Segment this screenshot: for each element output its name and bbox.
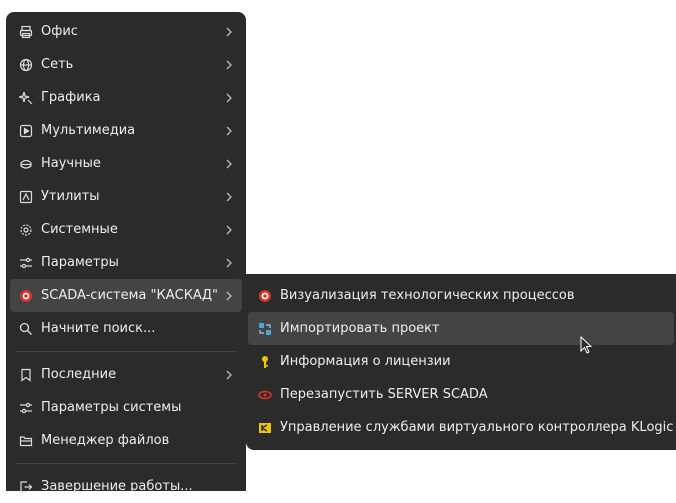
menu-item-recent[interactable]: Последние xyxy=(6,358,246,391)
submenu-item-import-project[interactable]: Импортировать проект xyxy=(248,312,674,345)
import-icon xyxy=(258,322,272,336)
bookmark-icon xyxy=(19,368,33,382)
menu-item-network[interactable]: Сеть xyxy=(6,48,246,81)
chevron-right-icon xyxy=(226,258,232,267)
printer-icon xyxy=(19,25,33,39)
chevron-right-icon xyxy=(226,126,232,135)
restart-icon xyxy=(258,388,272,402)
submenu-item-license-info[interactable]: Информация о лицензии xyxy=(248,345,674,378)
menu-item-label: Сеть xyxy=(41,57,74,72)
flask-icon xyxy=(19,157,33,171)
globe-icon xyxy=(19,58,33,72)
menu-item-system-settings[interactable]: Параметры системы xyxy=(6,391,246,424)
menu-item-search[interactable]: Начните поиск... xyxy=(6,312,246,345)
menu-item-multimedia[interactable]: Мультимедиа xyxy=(6,114,246,147)
scada-icon xyxy=(19,289,33,303)
chevron-right-icon xyxy=(226,27,232,36)
menu-item-file-manager[interactable]: Менеджер файлов xyxy=(6,424,246,457)
menu-item-label: Графика xyxy=(41,90,101,105)
menu-item-utilities[interactable]: Утилиты xyxy=(6,180,246,213)
menu-item-label: Утилиты xyxy=(41,189,100,204)
cog-icon xyxy=(19,223,33,237)
klogic-icon xyxy=(258,421,272,435)
submenu-item-label: Импортировать проект xyxy=(280,321,440,336)
menu-item-label: Завершение работы... xyxy=(41,479,193,494)
submenu-item-klogic-services[interactable]: Управление службами виртуального контрол… xyxy=(248,411,674,444)
menu-item-shutdown[interactable]: Завершение работы... xyxy=(6,470,246,503)
submenu-item-label: Информация о лицензии xyxy=(280,354,451,369)
menu-item-label: Мультимедиа xyxy=(41,123,136,138)
scada-icon xyxy=(258,289,272,303)
submenu-item-label: Управление службами виртуального контрол… xyxy=(280,420,674,435)
scada-submenu: Визуализация технологических процессов И… xyxy=(246,274,676,450)
menu-item-label: Начните поиск... xyxy=(41,321,156,336)
chevron-right-icon xyxy=(226,291,232,300)
menu-item-label: SCADA-система "КАСКАД" xyxy=(41,288,218,303)
key-icon xyxy=(258,355,272,369)
play-icon xyxy=(19,124,33,138)
menu-separator xyxy=(16,463,236,464)
toolbox-icon xyxy=(19,190,33,204)
menu-item-system[interactable]: Системные xyxy=(6,213,246,246)
chevron-right-icon xyxy=(226,225,232,234)
search-icon xyxy=(19,322,33,336)
menu-item-label: Менеджер файлов xyxy=(41,433,170,448)
chevron-right-icon xyxy=(226,159,232,168)
menu-item-label: Последние xyxy=(41,367,117,382)
mouse-pointer-icon xyxy=(580,336,593,354)
menu-item-label: Офис xyxy=(41,24,78,39)
submenu-item-visualization[interactable]: Визуализация технологических процессов xyxy=(248,279,674,312)
applications-menu: Офис Сеть Графика Мультимедиа Научные Ут xyxy=(6,12,246,494)
menu-item-label: Параметры системы xyxy=(41,400,182,415)
submenu-item-restart-server[interactable]: Перезапустить SERVER SCADA xyxy=(248,378,674,411)
chevron-right-icon xyxy=(226,60,232,69)
menu-item-label: Научные xyxy=(41,156,101,171)
sliders-icon xyxy=(19,256,33,270)
submenu-item-label: Перезапустить SERVER SCADA xyxy=(280,387,488,402)
menu-item-scada[interactable]: SCADA-система "КАСКАД" xyxy=(10,279,242,312)
menu-separator xyxy=(16,351,236,352)
menu-item-science[interactable]: Научные xyxy=(6,147,246,180)
logout-icon xyxy=(19,480,33,494)
chevron-right-icon xyxy=(226,192,232,201)
chevron-right-icon xyxy=(226,370,232,379)
menu-item-settings[interactable]: Параметры xyxy=(6,246,246,279)
menu-item-label: Параметры xyxy=(41,255,119,270)
menu-item-office[interactable]: Офис xyxy=(6,15,246,48)
submenu-item-label: Визуализация технологических процессов xyxy=(280,288,575,303)
chevron-right-icon xyxy=(226,93,232,102)
menu-item-graphics[interactable]: Графика xyxy=(6,81,246,114)
sparkle-icon xyxy=(19,91,33,105)
menu-item-label: Системные xyxy=(41,222,118,237)
folder-icon xyxy=(19,434,33,448)
sliders-icon xyxy=(19,401,33,415)
